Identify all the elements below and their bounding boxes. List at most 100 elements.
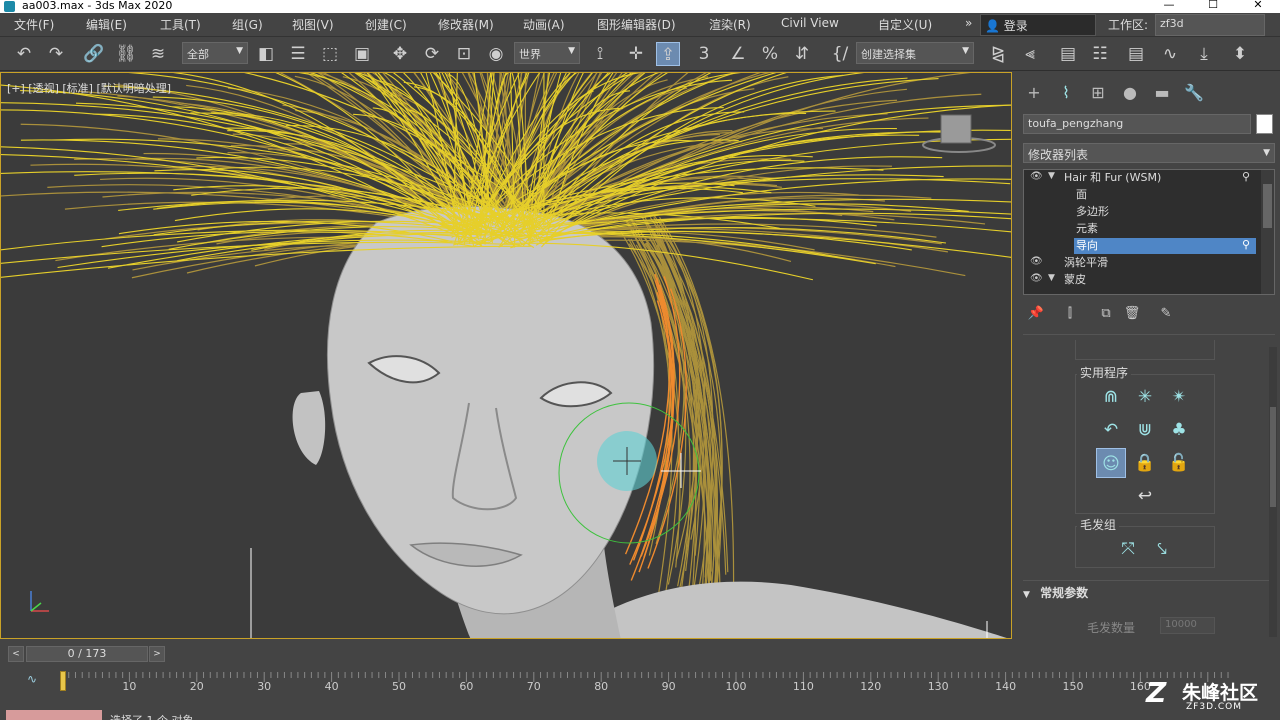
stack-item-skin[interactable]: 👁 ▼ 蒙皮	[1024, 272, 1260, 289]
align-icon[interactable]: ⫷	[1018, 42, 1042, 66]
rectangular-region-icon[interactable]: ⬚	[318, 42, 342, 66]
reset-rest-icon[interactable]: ♣	[1164, 415, 1194, 445]
ribbon-icon[interactable]: ☷	[1088, 42, 1112, 66]
stack-scrollbar[interactable]	[1261, 170, 1274, 294]
menu-animation[interactable]: 动画(A)	[523, 16, 565, 33]
modify-tab-icon[interactable]: ⌇	[1055, 82, 1077, 104]
track-bar[interactable]: ∿ 10 20 30 40 50 60 70 80 90 100 110 120 130 140 150 16…	[0, 668, 1280, 708]
move-icon[interactable]: ✥	[388, 42, 412, 66]
perspective-viewport[interactable]: [+] [透视] [标准] [默认明暗处理]	[0, 72, 1012, 639]
menu-tools[interactable]: 工具(T)	[160, 16, 201, 33]
configure-sets-icon[interactable]: ✎	[1157, 306, 1175, 324]
eye-icon[interactable]: 👁	[1030, 171, 1043, 182]
stack-item-guides[interactable]: 导向 ⚲	[1024, 238, 1260, 255]
layer-explorer-icon[interactable]: ▤	[1056, 42, 1080, 66]
make-unique-icon[interactable]: ⧉	[1097, 306, 1115, 324]
stack-item-turbosmooth[interactable]: 👁 涡轮平滑	[1024, 255, 1260, 272]
workspace-select[interactable]: zf3d	[1155, 14, 1265, 36]
time-slider-thumb[interactable]: 0 / 173	[26, 646, 148, 662]
motion-tab-icon[interactable]: ●	[1119, 82, 1141, 104]
selection-filter-select[interactable]: 全部 ▼	[182, 42, 248, 64]
menu-customize[interactable]: 自定义(U)	[878, 16, 932, 33]
wrench-icon[interactable]: ⚲	[1242, 238, 1250, 251]
reference-coord-select[interactable]: 世界 ▼	[514, 42, 580, 64]
puff-roots-icon[interactable]: ✳	[1130, 382, 1160, 412]
eye-icon[interactable]: 👁	[1030, 256, 1043, 267]
current-frame-marker[interactable]	[60, 671, 66, 691]
prev-frame-button[interactable]: <	[8, 646, 24, 662]
pivot-center-icon[interactable]: ⟟	[588, 42, 612, 66]
stack-item-hair-and-fur[interactable]: 👁 ▼ Hair 和 Fur (WSM) ⚲	[1024, 170, 1260, 187]
stack-item-face[interactable]: 面	[1024, 187, 1260, 204]
close-button[interactable]: ✕	[1236, 0, 1280, 12]
named-selection-select[interactable]: 创建选择集 ▼	[856, 42, 974, 64]
window-crossing-icon[interactable]: ▣	[350, 42, 374, 66]
lock-icon[interactable]: 🔒	[1130, 448, 1160, 478]
hierarchy-tab-icon[interactable]: ⊞	[1087, 82, 1109, 104]
recomb-icon[interactable]: ⋓	[1130, 415, 1160, 445]
comb-icon[interactable]: ⋒	[1096, 382, 1126, 412]
bind-space-warp-icon[interactable]: ≋	[146, 42, 170, 66]
select-object-icon[interactable]: ◧	[254, 42, 278, 66]
edit-named-selection-icon[interactable]: {/	[828, 42, 852, 66]
unlock-icon[interactable]: 🔓	[1164, 448, 1194, 478]
menu-file[interactable]: 文件(F)	[14, 16, 54, 33]
scale-icon[interactable]: ⊡	[452, 42, 476, 66]
stack-item-element[interactable]: 元素	[1024, 221, 1260, 238]
expand-icon[interactable]: ▼	[1048, 171, 1055, 181]
menu-overflow-icon[interactable]: »	[965, 16, 972, 30]
menu-edit[interactable]: 编辑(E)	[86, 16, 127, 33]
hair-count-spinner[interactable]: 10000	[1160, 617, 1215, 634]
undo-icon[interactable]: ↩	[1130, 481, 1160, 511]
login-button[interactable]: 👤 登录	[980, 14, 1096, 36]
angle-snap-icon[interactable]: ∠	[726, 42, 750, 66]
mini-curve-editor-icon[interactable]: ∿	[22, 672, 42, 692]
snaps-toggle-icon[interactable]: 3	[692, 42, 716, 66]
menu-graph-editors[interactable]: 图形编辑器(D)	[597, 16, 676, 33]
frame-ruler[interactable]: 10 20 30 40 50 60 70 80 90 100 110 120 130 140 150 160	[58, 668, 1258, 708]
stack-item-polygon[interactable]: 多边形	[1024, 204, 1260, 221]
spinner-snap-icon[interactable]: ⇵	[790, 42, 814, 66]
wrench-icon[interactable]: ⚲	[1242, 170, 1250, 183]
undo-icon[interactable]: ↶	[12, 42, 36, 66]
menu-modifiers[interactable]: 修改器(M)	[438, 16, 494, 33]
menu-group[interactable]: 组(G)	[232, 16, 263, 33]
pin-stack-icon[interactable]: 📌	[1027, 306, 1045, 324]
frizz-icon[interactable]: ✴	[1164, 382, 1194, 412]
rotate-icon[interactable]: ⟳	[420, 42, 444, 66]
percent-snap-icon[interactable]: %	[758, 42, 782, 66]
curve-editor-icon[interactable]: ∿	[1158, 42, 1182, 66]
maxscript-listener[interactable]	[6, 710, 102, 720]
maximize-button[interactable]: ☐	[1191, 0, 1235, 12]
modifier-list-select[interactable]: 修改器列表 ▼	[1023, 143, 1275, 163]
viewport-label[interactable]: [+] [透视] [标准] [默认明暗处理]	[7, 80, 171, 96]
next-frame-button[interactable]: >	[149, 646, 165, 662]
menu-create[interactable]: 创建(C)	[365, 16, 407, 33]
split-groups-icon[interactable]: ⤧	[1113, 534, 1143, 564]
menu-views[interactable]: 视图(V)	[292, 16, 334, 33]
eye-icon[interactable]: 👁	[1030, 273, 1043, 284]
unlink-icon[interactable]: ⛓	[114, 42, 138, 66]
select-and-link-icon[interactable]: ✛	[624, 42, 648, 66]
mirror-icon[interactable]: ⧎	[986, 42, 1010, 66]
material-editor-icon[interactable]: ⬍	[1228, 42, 1252, 66]
merge-groups-icon[interactable]: ⤥	[1147, 534, 1177, 564]
menu-civil-view[interactable]: Civil View	[781, 16, 839, 30]
show-end-result-icon[interactable]: ⫿	[1061, 306, 1079, 324]
link-icon[interactable]: 🔗	[82, 42, 106, 66]
minimize-button[interactable]: —	[1147, 0, 1191, 12]
schematic-view-icon[interactable]: ⤓	[1192, 42, 1216, 66]
layer-manager-icon[interactable]: ▤	[1124, 42, 1148, 66]
object-name-field[interactable]: toufa_pengzhang	[1023, 114, 1251, 134]
undo-brush-icon[interactable]: ↶	[1096, 415, 1126, 445]
select-manipulate-icon[interactable]: ◉	[484, 42, 508, 66]
select-by-name-icon[interactable]: ☰	[286, 42, 310, 66]
keyboard-shortcut-override-icon[interactable]: ⇪	[656, 42, 680, 66]
panel-scrollbar[interactable]	[1269, 347, 1277, 637]
object-color-swatch[interactable]	[1256, 114, 1273, 134]
create-tab-icon[interactable]: +	[1023, 82, 1045, 104]
menu-rendering[interactable]: 渲染(R)	[709, 16, 751, 33]
general-parameters-rollout[interactable]: ▼ 常规参数	[1023, 584, 1265, 604]
utilities-tab-icon[interactable]: 🔧	[1183, 82, 1205, 104]
expand-icon[interactable]: ▼	[1048, 273, 1055, 283]
